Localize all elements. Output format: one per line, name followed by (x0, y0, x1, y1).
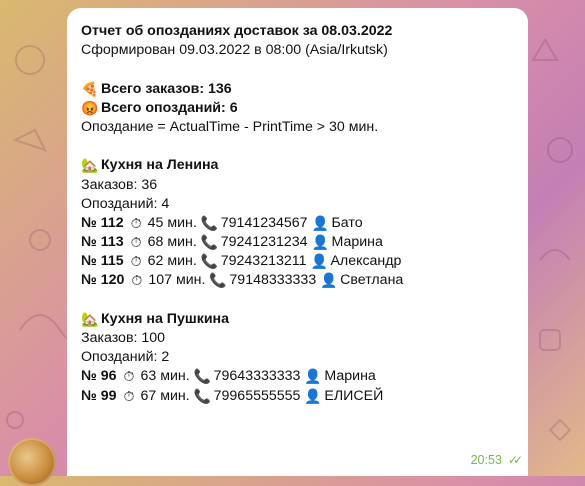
order-number: № 113 (81, 234, 124, 251)
phone-number[interactable]: 79148333333 (229, 272, 316, 288)
angry-face-icon: 😡 (81, 99, 99, 116)
late-order-row: № 96 ⏱ 63 мин. 📞 79643333333 👤 Марина (81, 367, 514, 386)
person-silhouette-icon: 👤 (310, 253, 328, 270)
late-minutes: 68 мин. (147, 234, 197, 251)
stopwatch-icon: ⏱ (123, 368, 135, 385)
stopwatch-icon: ⏱ (130, 253, 142, 270)
phone-icon: 📞 (200, 234, 219, 251)
phone-icon: 📞 (200, 253, 219, 270)
late-minutes: 67 мин. (140, 387, 190, 404)
phone-number[interactable]: 79965555555 (214, 388, 301, 404)
stopwatch-icon: ⏱ (123, 387, 135, 404)
late-minutes: 107 мин. (148, 272, 206, 289)
late-minutes: 45 мин. (147, 214, 197, 231)
courier-name: Александр (330, 253, 402, 270)
courier-name: ЕЛИСЕЙ (324, 387, 384, 404)
phone-icon: 📞 (209, 272, 227, 289)
late-order-row: № 112 ⏱ 45 мин. 📞 79141234567 👤 Бато (81, 214, 514, 233)
house-with-garden-icon: 🏡 (81, 310, 99, 327)
phone-icon: 📞 (193, 387, 212, 404)
stopwatch-icon: ⏱ (130, 214, 142, 231)
person-silhouette-icon: 👤 (311, 214, 329, 231)
kitchen-orders: Заказов: 100 (81, 330, 166, 346)
order-number: № 99 (81, 387, 117, 404)
sender-avatar[interactable] (8, 438, 56, 486)
pizza-icon: 🍕 (81, 80, 99, 97)
report-title: Отчет об опозданиях доставок за 08.03.20… (81, 23, 393, 39)
report-generated: Сформирован 09.03.2022 в 08:00 (Asia/Irk… (81, 42, 388, 59)
kitchen-name: Кухня на Пушкина (101, 310, 229, 327)
late-minutes: 62 мин. (147, 253, 197, 270)
courier-name: Марина (324, 368, 376, 385)
order-number: № 115 (81, 253, 124, 270)
order-number: № 112 (81, 214, 124, 231)
double-check-icon: ✓✓ (507, 452, 523, 467)
order-number: № 120 (81, 272, 125, 289)
phone-icon: 📞 (193, 368, 212, 385)
late-minutes: 63 мин. (140, 368, 190, 385)
kitchen-orders: Заказов: 36 (81, 176, 158, 193)
message-meta: 20:53 ✓✓ (470, 451, 523, 470)
late-order-row: № 113 ⏱ 68 мин. 📞 79241231234 👤 Марина (81, 233, 514, 252)
person-silhouette-icon: 👤 (320, 272, 338, 289)
person-silhouette-icon: 👤 (311, 234, 329, 251)
phone-number[interactable]: 79643333333 (214, 368, 301, 384)
late-order-row: № 120 ⏱ 107 мин. 📞 79148333333 👤 Светлана (81, 271, 514, 290)
phone-number[interactable]: 79241231234 (221, 234, 308, 250)
person-silhouette-icon: 👤 (304, 368, 322, 385)
stopwatch-icon: ⏱ (130, 234, 142, 251)
late-order-row: № 115 ⏱ 62 мин. 📞 79243213211 👤 Александр (81, 252, 514, 271)
message-time: 20:53 (470, 452, 502, 467)
phone-icon: 📞 (200, 214, 219, 231)
courier-name: Марина (331, 234, 383, 251)
kitchen-name: Кухня на Ленина (101, 157, 219, 174)
courier-name: Бато (331, 214, 363, 231)
person-silhouette-icon: 👤 (304, 387, 322, 404)
phone-number[interactable]: 79141234567 (221, 215, 308, 231)
phone-number[interactable]: 79243213211 (221, 253, 307, 269)
stopwatch-icon: ⏱ (131, 272, 143, 289)
total-late: Всего опозданий: 6 (101, 99, 238, 116)
total-orders: Всего заказов: 136 (101, 80, 232, 97)
late-order-row: № 99 ⏱ 67 мин. 📞 79965555555 👤 ЕЛИСЕЙ (81, 387, 514, 406)
house-with-garden-icon: 🏡 (81, 157, 99, 174)
courier-name: Светлана (340, 272, 404, 289)
kitchen-late: Опозданий: 2 (81, 349, 170, 366)
message-bubble: Отчет об опозданиях доставок за 08.03.20… (67, 8, 528, 476)
order-number: № 96 (81, 368, 117, 385)
formula-text: Опоздание = ActualTime - PrintTime > 30 … (81, 118, 379, 135)
kitchen-late: Опозданий: 4 (81, 195, 170, 212)
